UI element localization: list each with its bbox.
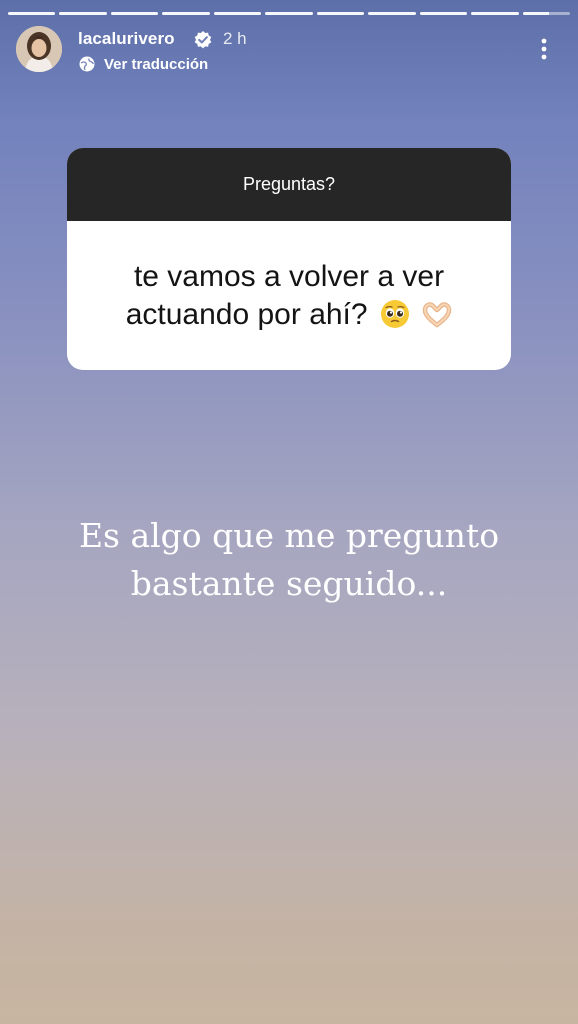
progress-segment [213, 12, 262, 15]
sticker-title: Preguntas? [67, 148, 511, 221]
heart-hands-icon [423, 301, 452, 327]
globe-icon [79, 56, 95, 72]
sticker-body: te vamos a volver a ver actuando por ahí… [67, 221, 511, 370]
translate-label: Ver traducción [104, 55, 209, 73]
avatar[interactable] [16, 26, 62, 72]
caption-line-2: bastante seguido... [130, 564, 448, 603]
story-progress-bar [8, 12, 570, 15]
story-caption: Es algo que me pregunto bastante seguido… [60, 512, 518, 608]
translate-link[interactable]: Ver traducción [78, 54, 208, 74]
progress-segment-current [522, 12, 570, 15]
progress-segment [8, 12, 56, 15]
progress-segment [471, 12, 519, 15]
username[interactable]: lacalurivero [78, 29, 175, 49]
time-ago: 2 h [223, 29, 247, 48]
verified-badge-icon [194, 31, 212, 49]
pleading-face-icon [380, 299, 409, 328]
progress-segment [110, 12, 159, 15]
caption-line-1: Es algo que me pregunto [78, 516, 500, 555]
progress-segment [419, 12, 468, 15]
progress-segment [59, 12, 107, 15]
progress-segment [316, 12, 365, 15]
progress-segment [265, 12, 313, 15]
more-vertical-icon[interactable] [530, 36, 558, 64]
progress-segment [162, 12, 210, 15]
progress-segment [368, 12, 416, 15]
question-sticker[interactable]: Preguntas? te vamos a volver a ver actua… [67, 148, 511, 370]
